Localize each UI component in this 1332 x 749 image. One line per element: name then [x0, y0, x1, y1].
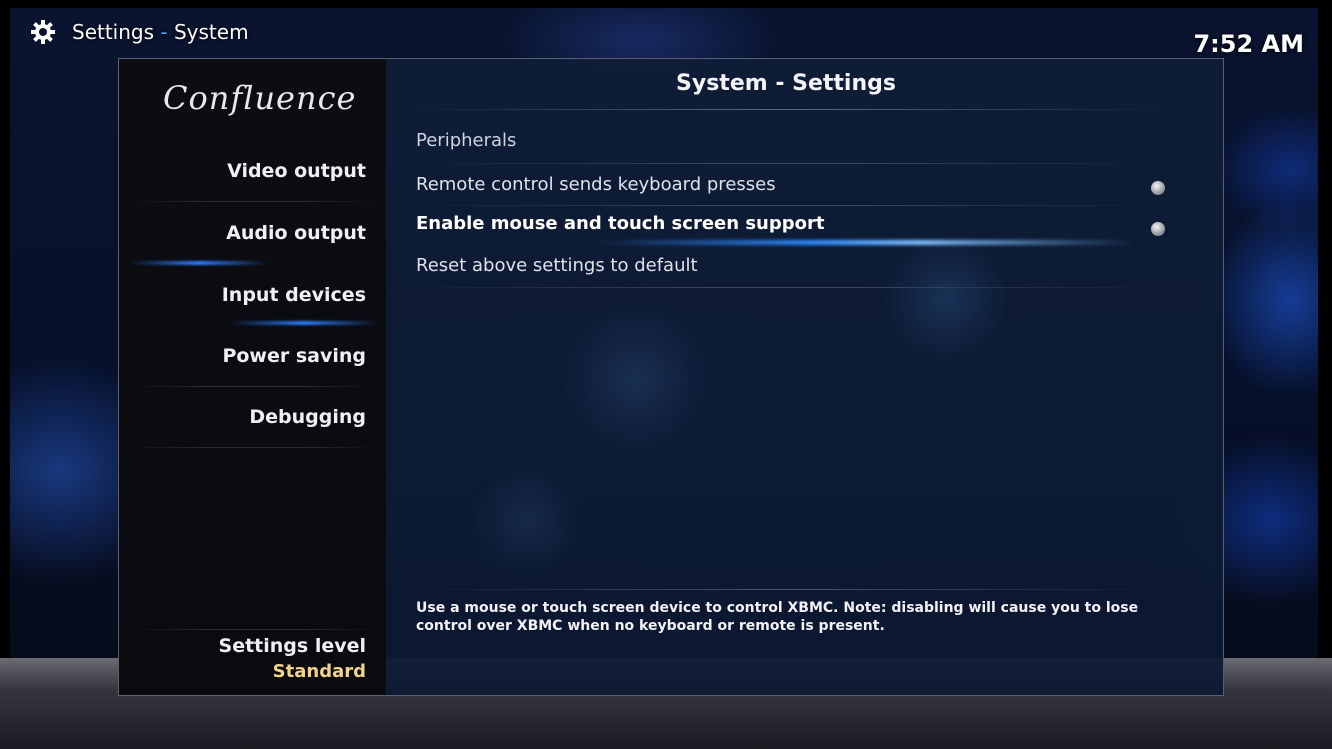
tv-bezel-top	[0, 0, 1332, 8]
selection-glow	[596, 240, 1136, 245]
help-text: Use a mouse or touch screen device to co…	[416, 600, 1139, 634]
sidebar: Confluence Video output Audio output Inp…	[119, 59, 386, 695]
option-reset-defaults[interactable]: Reset above settings to default	[416, 248, 1166, 284]
gear-icon	[30, 19, 56, 45]
selection-glow-bottom	[229, 321, 379, 325]
radio-button-icon[interactable]	[1151, 222, 1165, 236]
option-remote-keyboard[interactable]: Remote control sends keyboard presses	[416, 167, 1166, 203]
settings-content: System - Settings Peripherals Remote con…	[386, 59, 1223, 695]
breadcrumb-root: Settings	[72, 20, 155, 44]
page-title: System - Settings	[676, 71, 896, 96]
tv-bezel-left	[0, 0, 10, 749]
sidebar-item-video-output[interactable]: Video output	[136, 141, 366, 201]
radio-button-icon[interactable]	[1151, 181, 1165, 195]
settings-level-value: Standard	[272, 661, 366, 682]
sidebar-item-input-devices[interactable]: Input devices	[136, 265, 366, 325]
sidebar-divider	[129, 201, 379, 202]
sidebar-item-audio-output[interactable]: Audio output	[136, 203, 366, 263]
sidebar-item-debugging[interactable]: Debugging	[136, 387, 366, 447]
breadcrumb-separator: -	[160, 20, 168, 44]
title-divider	[406, 109, 1166, 110]
option-mouse-touch[interactable]: Enable mouse and touch screen support	[416, 206, 1166, 242]
category-header: Peripherals	[416, 130, 517, 151]
sidebar-divider	[129, 447, 379, 448]
sidebar-divider	[129, 629, 379, 630]
settings-level-label: Settings level	[218, 635, 366, 657]
breadcrumb: Settings - System	[72, 20, 249, 44]
help-divider	[406, 589, 1166, 590]
screen: Settings - System 7:52 AM Confluence Vid…	[0, 0, 1332, 749]
breadcrumb-section: System	[173, 20, 249, 44]
clock: 7:52 AM	[1193, 30, 1304, 58]
sidebar-item-power-saving[interactable]: Power saving	[136, 326, 366, 386]
settings-panel: Confluence Video output Audio output Inp…	[118, 58, 1224, 696]
option-divider	[406, 163, 1166, 164]
tv-bezel-right	[1318, 0, 1332, 749]
logo: Confluence	[163, 79, 357, 117]
settings-level[interactable]: Settings level Standard	[219, 635, 366, 682]
option-divider	[406, 287, 1166, 288]
